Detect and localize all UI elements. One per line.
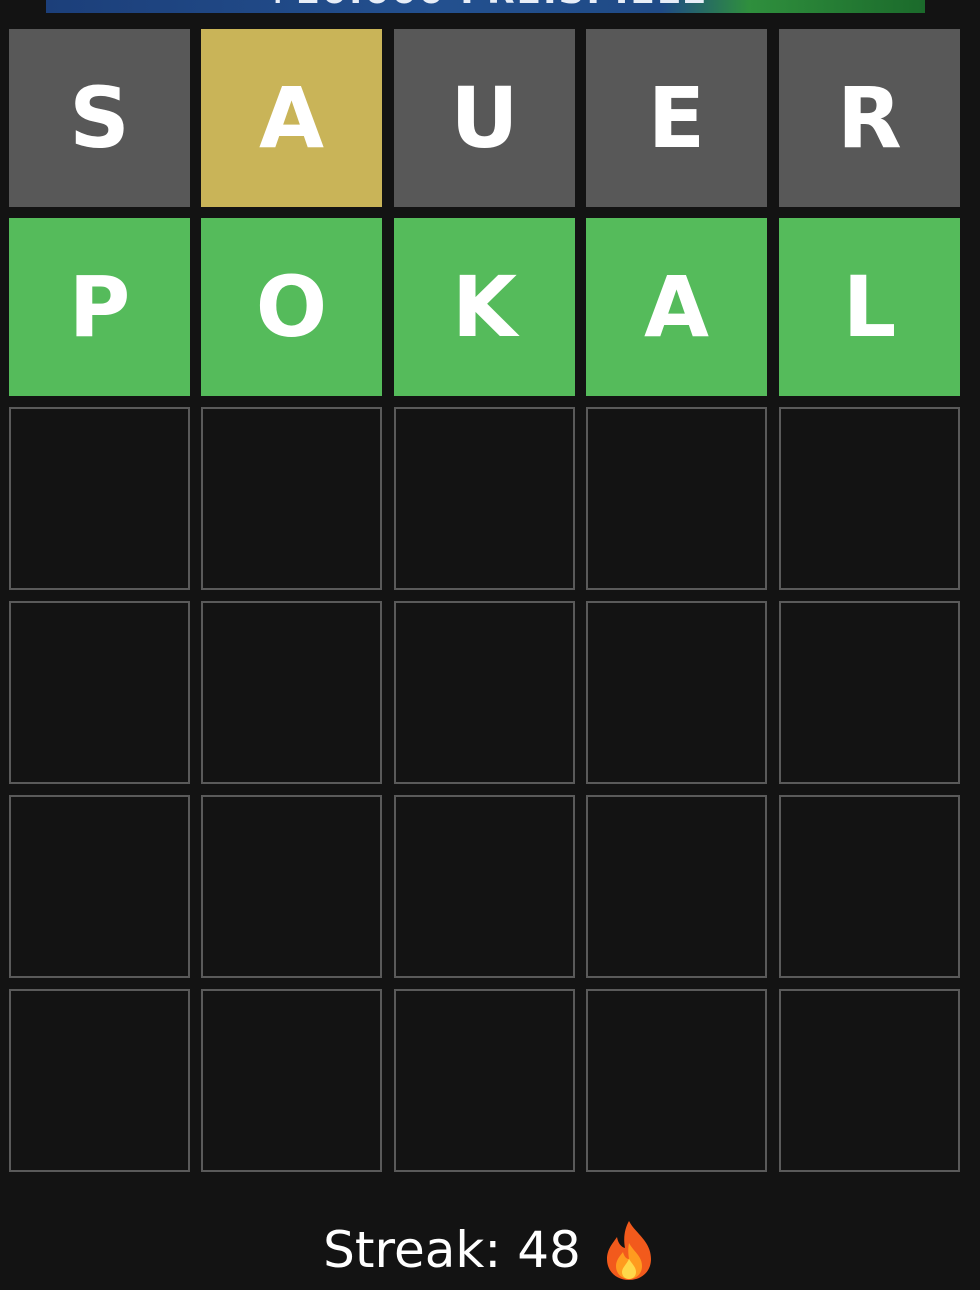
- empty-tile: [586, 795, 767, 978]
- empty-tile: [586, 407, 767, 590]
- flame-icon: [606, 1221, 651, 1280]
- letter-tile-correct: L: [779, 218, 960, 396]
- empty-tile: [201, 795, 382, 978]
- game-board: SAUERPOKAL: [0, 0, 980, 1180]
- letter-tile-correct: A: [586, 218, 767, 396]
- letter-tile-absent: U: [394, 29, 575, 207]
- letter-tile-correct: K: [394, 218, 575, 396]
- empty-tile: [201, 989, 382, 1172]
- empty-tile: [394, 989, 575, 1172]
- letter-tile-correct: O: [201, 218, 382, 396]
- empty-tile: [779, 989, 960, 1172]
- empty-tile: [779, 795, 960, 978]
- streak-display: Streak: 48: [0, 1218, 980, 1282]
- empty-tile: [9, 407, 190, 590]
- empty-tile: [201, 601, 382, 784]
- empty-tile: [9, 795, 190, 978]
- letter-tile-absent: E: [586, 29, 767, 207]
- letter-tile-absent: R: [779, 29, 960, 207]
- empty-tile: [394, 795, 575, 978]
- empty-tile: [394, 601, 575, 784]
- empty-tile: [9, 989, 190, 1172]
- empty-tile: [586, 601, 767, 784]
- empty-tile: [586, 989, 767, 1172]
- letter-tile-present: A: [201, 29, 382, 207]
- letter-tile-absent: S: [9, 29, 190, 207]
- empty-tile: [394, 407, 575, 590]
- streak-label: Streak:: [323, 1221, 502, 1279]
- letter-tile-correct: P: [9, 218, 190, 396]
- empty-tile: [779, 601, 960, 784]
- streak-count: 48: [517, 1221, 581, 1279]
- empty-tile: [9, 601, 190, 784]
- empty-tile: [779, 407, 960, 590]
- empty-tile: [201, 407, 382, 590]
